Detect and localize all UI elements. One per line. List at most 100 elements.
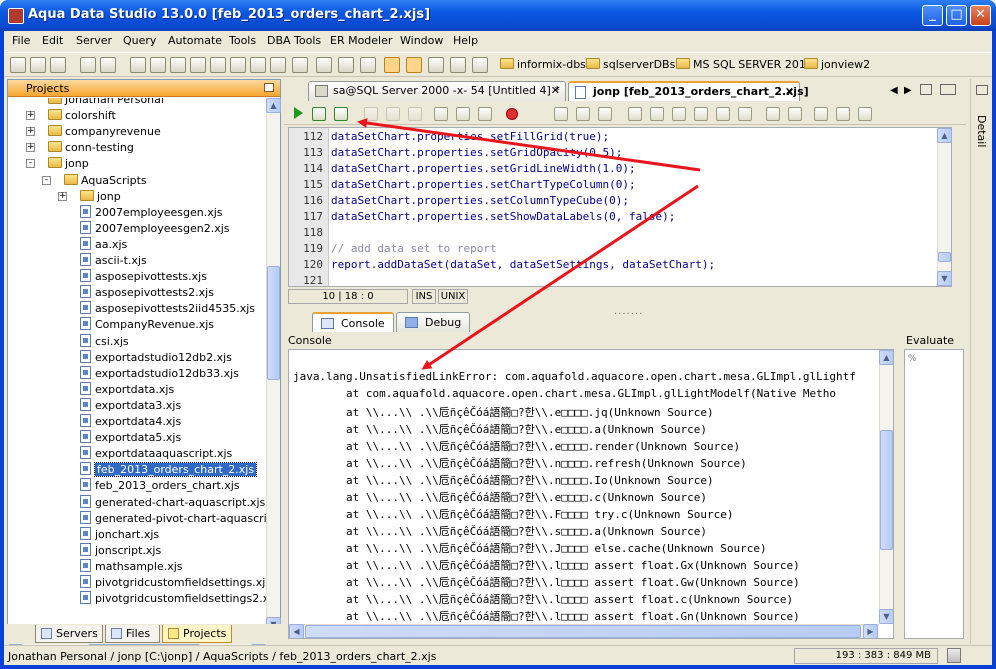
tool-icon-1[interactable] — [130, 57, 146, 73]
menu-edit[interactable]: Edit — [42, 34, 63, 47]
server-properties-icon[interactable] — [50, 57, 66, 73]
find-icon[interactable] — [788, 107, 802, 121]
tree-folder-item[interactable]: - jonp — [26, 156, 89, 172]
console-scroll-thumb[interactable] — [880, 430, 893, 550]
dropdown-icon[interactable] — [270, 57, 286, 73]
tab-servers[interactable]: Servers — [35, 625, 103, 643]
tree-file-item[interactable]: 2007employeesgen2.xjs — [80, 220, 230, 237]
tree-file-item[interactable]: mathsample.xjs — [80, 558, 183, 575]
tab-sql-server-query[interactable]: sa@SQL Server 2000 -x- 54 [Untitled 4] *… — [308, 81, 566, 101]
print-icon[interactable] — [598, 107, 612, 121]
uncomment-icon[interactable] — [836, 107, 850, 121]
script-icon[interactable] — [100, 57, 116, 73]
code-line[interactable]: // add data set to report — [331, 242, 497, 255]
expand-icon[interactable]: + — [58, 191, 67, 201]
collapse-icon[interactable]: - — [42, 175, 51, 185]
maximize-button[interactable]: □ — [946, 5, 967, 26]
console-hscroll-thumb[interactable] — [305, 625, 861, 638]
tree-folder-item[interactable]: + companyrevenue — [26, 124, 161, 140]
layout-icon-4[interactable] — [360, 57, 376, 73]
layout-icon-6[interactable] — [450, 57, 466, 73]
copy-icon[interactable] — [672, 107, 686, 121]
tool-icon-5[interactable] — [210, 57, 226, 73]
select-icon[interactable] — [628, 107, 642, 121]
menu-query[interactable]: Query — [123, 34, 156, 47]
tree-scrollbar[interactable]: ▲ ▼ — [266, 98, 281, 632]
script-editor[interactable]: 112 113 114 115 116 117 118 119 120 121 dataSetCh… — [288, 127, 952, 287]
close-tab-icon[interactable]: ✕ — [785, 83, 794, 101]
paste-icon[interactable] — [694, 107, 708, 121]
tree-file-item[interactable]: pivotgridcustomfieldsettings2.xjs — [80, 591, 266, 607]
scroll-up-icon[interactable]: ▲ — [937, 128, 952, 143]
tab-scroll-right-icon[interactable]: ▶ — [904, 85, 912, 96]
tree-file-item[interactable]: exportdata3.xjs — [80, 397, 181, 414]
menu-file[interactable]: File — [12, 34, 30, 47]
tree-file-item[interactable]: 2007employeesgen.xjs — [80, 204, 223, 221]
tree-file-item[interactable]: asposepivottests2iid4535.xjs — [80, 301, 255, 317]
tree-file-item[interactable]: pivotgridcustomfieldsettings.xjs — [80, 575, 266, 591]
scroll-down-icon[interactable]: ▼ — [879, 609, 893, 624]
grid-view-icon[interactable] — [384, 57, 400, 73]
code-line[interactable]: dataSetChart.properties.setColumnTypeCub… — [331, 194, 629, 207]
tool-icon-4[interactable] — [190, 57, 206, 73]
close-tab-icon[interactable]: ✕ — [551, 82, 560, 100]
tree-file-item[interactable]: csi.xjs — [80, 333, 129, 350]
menu-dba-tools[interactable]: DBA Tools — [267, 34, 321, 47]
scroll-down-icon[interactable]: ▼ — [937, 271, 952, 286]
tab-files[interactable]: Files — [105, 625, 160, 643]
minimize-button[interactable]: _ — [922, 5, 943, 26]
tree-file-item[interactable]: exportdata4.xjs — [80, 414, 181, 430]
cut-icon[interactable] — [650, 107, 664, 121]
menu-automate[interactable]: Automate — [168, 34, 222, 47]
console-scrollbar[interactable]: ▲ ▼ — [879, 350, 893, 624]
garbage-collect-icon[interactable] — [947, 648, 961, 663]
layout-icon-1[interactable] — [292, 57, 308, 73]
menu-help[interactable]: Help — [453, 34, 478, 47]
tree-file-item[interactable]: CompanyRevenue.xjs — [80, 317, 214, 333]
tab-console[interactable]: Console — [312, 312, 394, 332]
tree-file-item[interactable]: exportdata.xjs — [80, 381, 174, 398]
favorite-jonview2[interactable]: jonview2 — [804, 58, 870, 71]
redo-icon[interactable] — [738, 107, 752, 121]
tool-icon-7[interactable] — [250, 57, 266, 73]
detail-side-tab[interactable]: Detail — [970, 79, 992, 644]
pause-icon[interactable] — [364, 107, 378, 121]
tree-file-item[interactable]: asposepivottests2.xjs — [80, 285, 214, 301]
save-icon[interactable] — [554, 107, 568, 121]
tree-folder-item[interactable]: + colorshift — [26, 108, 116, 124]
tree-file-item[interactable]: ascii-t.xjs — [80, 253, 147, 269]
menu-server[interactable]: Server — [76, 34, 112, 47]
console-hscrollbar[interactable]: ◀ ▶ — [289, 624, 879, 638]
code-line[interactable]: dataSetChart.properties.setFillGrid(true… — [331, 130, 609, 143]
pane-restore-icon[interactable] — [264, 83, 274, 92]
run-debug-icon[interactable] — [312, 107, 326, 121]
tab-debug[interactable]: Debug — [396, 312, 470, 332]
step-icon[interactable] — [408, 107, 422, 121]
tree-folder-item[interactable]: + jonp — [58, 189, 121, 205]
tree-file-item[interactable]: exportadstudio12db33.xjs — [80, 365, 239, 382]
title-bar[interactable]: Aqua Data Studio 13.0.0 [feb_2013_orders… — [0, 0, 996, 31]
tree-file-item[interactable]: exportdata5.xjs — [80, 430, 181, 446]
scroll-up-icon[interactable]: ▲ — [266, 98, 281, 113]
collapse-icon[interactable]: - — [26, 159, 35, 169]
scroll-up-icon[interactable]: ▲ — [879, 350, 893, 365]
tree-folder-item[interactable]: + conn-testing — [26, 140, 134, 156]
tab-feb-2013-orders-chart-2[interactable]: jonp [feb_2013_orders_chart_2.xjs] ✕ — [568, 81, 809, 101]
layout-icon-7[interactable] — [472, 57, 488, 73]
console-output[interactable]: at \\...\\ .\\卮ñçêČóá語簡□?한\\.l□□□□ asser… — [288, 349, 894, 639]
tool-icon-3[interactable] — [170, 57, 186, 73]
tree-file-item[interactable]: feb_2013_orders_chart_2.xjs — [80, 462, 258, 478]
editor-scroll-thumb[interactable] — [938, 252, 951, 262]
close-button[interactable]: ✕ — [970, 5, 991, 26]
breakpoint-icon[interactable] — [506, 108, 518, 120]
menu-window[interactable]: Window — [400, 34, 443, 47]
evaluate-panel[interactable]: % — [904, 349, 964, 639]
code-line[interactable]: report.addDataSet(dataSet, dataSetSettin… — [331, 258, 715, 271]
menu-er-modeler[interactable]: ER Modeler — [330, 34, 392, 47]
undo-icon[interactable] — [716, 107, 730, 121]
tab-window-icon[interactable] — [940, 84, 956, 95]
editor-scrollbar[interactable]: ▲ ▼ — [937, 128, 952, 286]
layout-icon-3[interactable] — [338, 57, 354, 73]
tree-file-item[interactable]: jonscript.xjs — [80, 542, 161, 559]
tree-file-item[interactable]: jonchart.xjs — [80, 526, 159, 543]
